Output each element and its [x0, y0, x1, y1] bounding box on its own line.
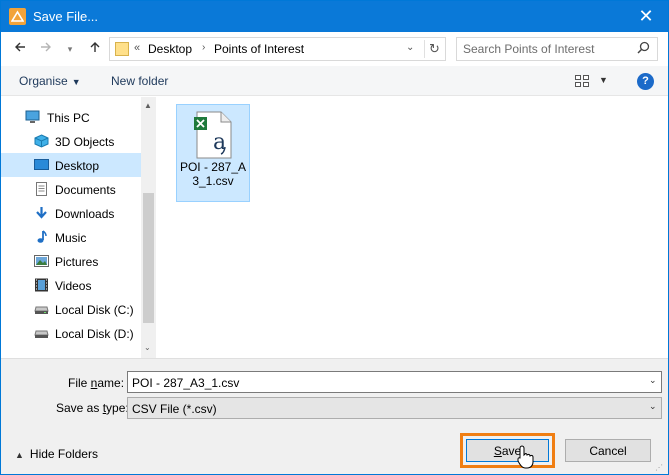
organise-label: Organise [19, 74, 68, 88]
organise-button[interactable]: Organise ▼ [19, 74, 81, 88]
recent-locations-button[interactable]: ▾ [61, 40, 79, 58]
refresh-button[interactable]: ↻ [424, 40, 444, 58]
file-name-label: POI - 287_A3_1.csv [179, 160, 247, 188]
nav-item-music[interactable]: Music [1, 225, 141, 249]
nav-label: Local Disk (C:) [55, 303, 134, 317]
refresh-icon: ↻ [429, 41, 440, 56]
drive-icon [34, 330, 49, 338]
nav-label: Local Disk (D:) [55, 327, 134, 341]
new-folder-button[interactable]: New folder [111, 74, 168, 88]
hide-folders-label: Hide Folders [29, 447, 98, 461]
folder-icon [115, 42, 129, 56]
nav-label: Music [55, 231, 87, 245]
scroll-down-icon[interactable]: ⌄ [144, 343, 151, 352]
nav-label: Desktop [55, 159, 100, 173]
nav-item-local-disk-c[interactable]: Local Disk (C:) [1, 297, 141, 321]
save-as-type-label: Save as type: [56, 401, 129, 415]
app-logo-icon [9, 8, 26, 25]
drive-icon [34, 306, 49, 314]
arrow-left-icon [15, 42, 25, 52]
window-title: Save File... [33, 9, 99, 24]
file-name-label: File name: [68, 376, 125, 390]
breadcrumb-overflow[interactable]: « [134, 42, 140, 54]
search-box[interactable] [456, 37, 658, 61]
computer-icon [25, 110, 40, 123]
nav-label: Videos [55, 279, 92, 293]
nav-item-3d-objects[interactable]: 3D Objects [1, 129, 141, 153]
command-bar: Organise ▼ New folder ▼ ? [1, 66, 668, 96]
save-file-dialog: Save File... ✕ ▾ « Desktop › Points of I… [0, 0, 669, 475]
up-button[interactable] [86, 40, 104, 58]
caret-up-icon: ▲ [15, 450, 24, 460]
title-bar[interactable]: Save File... ✕ [1, 1, 668, 32]
cancel-button[interactable]: Cancel [565, 439, 651, 462]
nav-label: Pictures [55, 255, 99, 269]
scroll-up-icon[interactable]: ▲ [144, 101, 152, 110]
file-list[interactable]: a POI - 287_A3_1.csv [157, 97, 668, 358]
breadcrumb-separator-icon[interactable]: › [202, 42, 205, 53]
csv-file-icon: a [194, 111, 232, 159]
navigation-pane: This PC 3D Objects Desktop Documents Dow… [1, 97, 156, 358]
music-note-icon [37, 230, 47, 243]
help-icon[interactable]: ? [637, 73, 654, 90]
file-name-combobox[interactable]: ⌄ [127, 371, 662, 393]
nav-label: This PC [47, 111, 90, 125]
chevron-down-icon[interactable]: ⌄ [649, 401, 657, 412]
picture-icon [34, 255, 49, 267]
nav-label: Documents [55, 183, 116, 197]
nav-scrollbar[interactable]: ▲ ⌄ [141, 97, 156, 358]
file-item[interactable]: a POI - 287_A3_1.csv [176, 104, 250, 202]
breadcrumb-points-of-interest[interactable]: Points of Interest [214, 42, 304, 56]
chevron-down-icon: ▾ [67, 44, 73, 54]
nav-item-downloads[interactable]: Downloads [1, 201, 141, 225]
file-name-input[interactable] [132, 375, 632, 390]
desktop-icon [34, 159, 49, 170]
breadcrumb-desktop[interactable]: Desktop [148, 42, 192, 56]
scroll-thumb[interactable] [143, 193, 154, 323]
nav-item-desktop[interactable]: Desktop [1, 153, 141, 177]
back-button[interactable] [11, 40, 29, 58]
film-icon [35, 278, 48, 292]
caret-down-icon: ▼ [71, 77, 81, 87]
document-icon [36, 182, 47, 196]
nav-item-videos[interactable]: Videos [1, 273, 141, 297]
forward-button[interactable] [37, 40, 55, 58]
save-button[interactable]: Save [466, 439, 549, 462]
mouse-cursor-icon [517, 445, 534, 469]
search-icon[interactable] [637, 41, 650, 57]
arrow-right-icon [41, 42, 51, 52]
view-options-icon[interactable] [575, 75, 589, 87]
nav-item-pictures[interactable]: Pictures [1, 249, 141, 273]
address-dropdown-icon[interactable]: ⌄ [406, 42, 414, 53]
address-bar[interactable]: « Desktop › Points of Interest ⌄ ↻ [109, 37, 446, 61]
resize-grip-icon[interactable]: ⋰ [655, 463, 663, 472]
search-input[interactable] [463, 41, 623, 57]
close-icon: ✕ [638, 6, 654, 26]
save-as-type-value: CSV File (*.csv) [132, 402, 217, 416]
save-options-panel: File name: ⌄ Save as type: CSV File (*.c… [1, 358, 668, 474]
view-options-dropdown-icon[interactable]: ▼ [599, 75, 608, 85]
hide-folders-button[interactable]: ▲ Hide Folders [15, 447, 98, 461]
nav-item-this-pc[interactable]: This PC [1, 105, 141, 129]
chevron-down-icon[interactable]: ⌄ [649, 375, 657, 386]
download-arrow-icon [36, 207, 47, 219]
nav-item-local-disk-d[interactable]: Local Disk (D:) [1, 321, 141, 345]
nav-label: 3D Objects [55, 135, 115, 149]
save-as-type-select[interactable]: CSV File (*.csv) ⌄ [127, 397, 662, 419]
nav-label: Downloads [55, 207, 115, 221]
address-row: ▾ « Desktop › Points of Interest ⌄ ↻ [1, 32, 668, 66]
cube-icon [34, 134, 49, 148]
close-button[interactable]: ✕ [631, 5, 661, 27]
nav-item-documents[interactable]: Documents [1, 177, 141, 201]
arrow-up-icon [90, 42, 100, 52]
